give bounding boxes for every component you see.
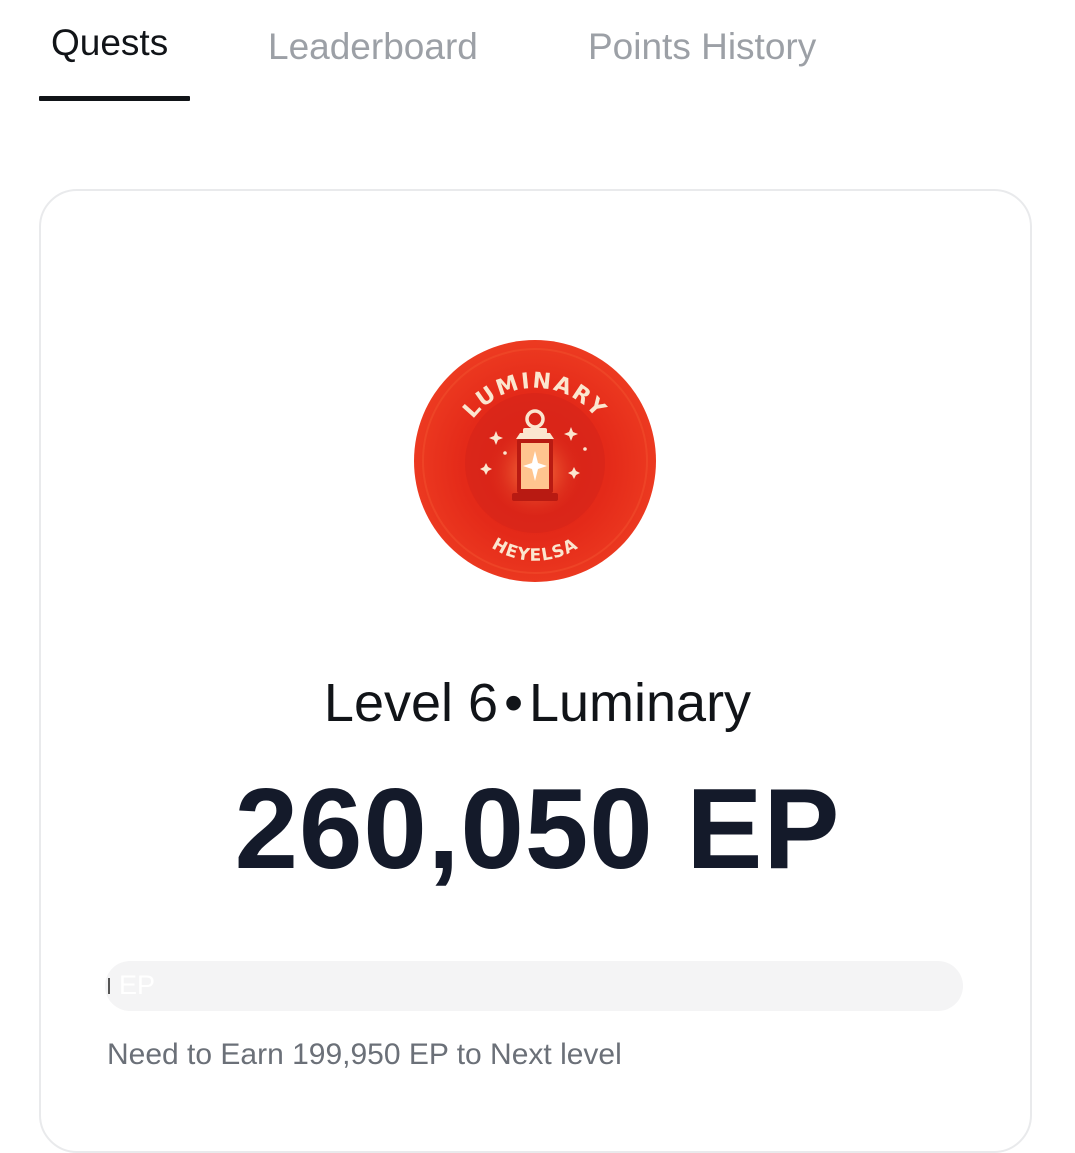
level-number: Level 6: [323, 673, 499, 733]
points-total: 260,050 EP: [234, 766, 841, 893]
active-tab-indicator: [39, 96, 190, 101]
tab-points-history[interactable]: Points History: [588, 26, 816, 68]
next-level-hint: Need to Earn 199,950 EP to Next level: [107, 1038, 622, 1071]
tab-leaderboard[interactable]: Leaderboard: [268, 26, 478, 68]
progress-cap: [108, 978, 110, 994]
tab-quests[interactable]: Quests: [51, 22, 168, 64]
tab-bar: Quests Leaderboard Points History: [0, 0, 1075, 110]
level-title: Level 6 • Luminary: [0, 672, 1075, 734]
luminary-badge-icon: LUMINARY HEYELSA: [414, 340, 656, 582]
level-badge: LUMINARY HEYELSA: [413, 339, 657, 583]
level-separator: •: [504, 673, 523, 733]
level-name: Luminary: [528, 673, 752, 733]
progress-label: EP: [119, 970, 156, 1000]
level-progress-bar: EP: [105, 961, 963, 1011]
